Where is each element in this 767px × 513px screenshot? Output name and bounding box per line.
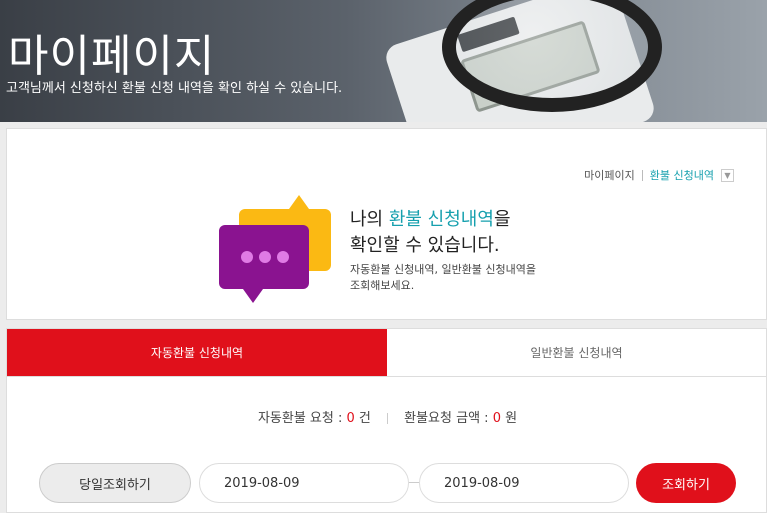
intro-title-line2: 확인할 수 있습니다.: [350, 235, 500, 256]
refund-amount-value: 0: [492, 411, 501, 426]
intro-title-highlight: 환불 신청내역: [388, 209, 494, 230]
refund-amount-label: 환불요청 금액 :: [404, 411, 493, 426]
date-range-dash: [409, 482, 419, 483]
request-count-unit: 건: [354, 411, 371, 426]
intro-desc-line1: 자동환불 신청내역, 일반환불 신청내역을: [350, 263, 537, 276]
request-count-label: 자동환불 요청 :: [257, 411, 347, 426]
intro-desc-line2: 조회해보세요.: [350, 279, 415, 292]
page-banner: 마이페이지 고객님께서 신청하신 환불 신청 내역을 확인 하실 수 있습니다.: [0, 0, 767, 122]
page-subtitle: 고객님께서 신청하신 환불 신청 내역을 확인 하실 수 있습니다.: [6, 81, 343, 96]
intro-title-suffix: 을: [493, 209, 511, 230]
end-date-input[interactable]: 2019-08-09: [419, 463, 629, 503]
search-button[interactable]: 조회하기: [636, 463, 736, 503]
intro-title: 나의 환불 신청내역을 확인할 수 있습니다.: [350, 207, 511, 259]
intro-description: 자동환불 신청내역, 일반환불 신청내역을 조회해보세요.: [350, 262, 536, 294]
tab-general-refund[interactable]: 일반환불 신청내역: [387, 329, 766, 376]
start-date-input[interactable]: 2019-08-09: [199, 463, 409, 503]
refund-content: 자동환불 요청 : 0 건 환불요청 금액 : 0 원 당일조회하기 2019-…: [6, 377, 767, 513]
refund-amount-unit: 원: [500, 411, 518, 426]
today-search-button[interactable]: 당일조회하기: [39, 463, 191, 503]
intro-card: 마이페이지 환불 신청내역 ▼ 나의 환불 신청내역을 확인할 수 있습니다. …: [6, 128, 767, 320]
breadcrumb-home[interactable]: 마이페이지: [584, 167, 635, 183]
refund-tabs: 자동환불 신청내역 일반환불 신청내역: [6, 328, 767, 377]
chevron-down-icon[interactable]: ▼: [721, 168, 734, 182]
page-title: 마이페이지: [8, 31, 216, 82]
tab-auto-refund[interactable]: 자동환불 신청내역: [7, 329, 387, 376]
intro-title-prefix: 나의: [350, 209, 389, 230]
request-count-value: 0: [346, 411, 355, 426]
breadcrumb-current[interactable]: 환불 신청내역: [650, 167, 714, 183]
refund-summary: 자동환불 요청 : 0 건 환불요청 금액 : 0 원: [7, 407, 767, 426]
breadcrumb: 마이페이지 환불 신청내역 ▼: [584, 167, 734, 183]
chat-bubbles-icon: [219, 195, 331, 303]
breadcrumb-divider: [641, 169, 643, 181]
summary-divider: [387, 413, 388, 424]
